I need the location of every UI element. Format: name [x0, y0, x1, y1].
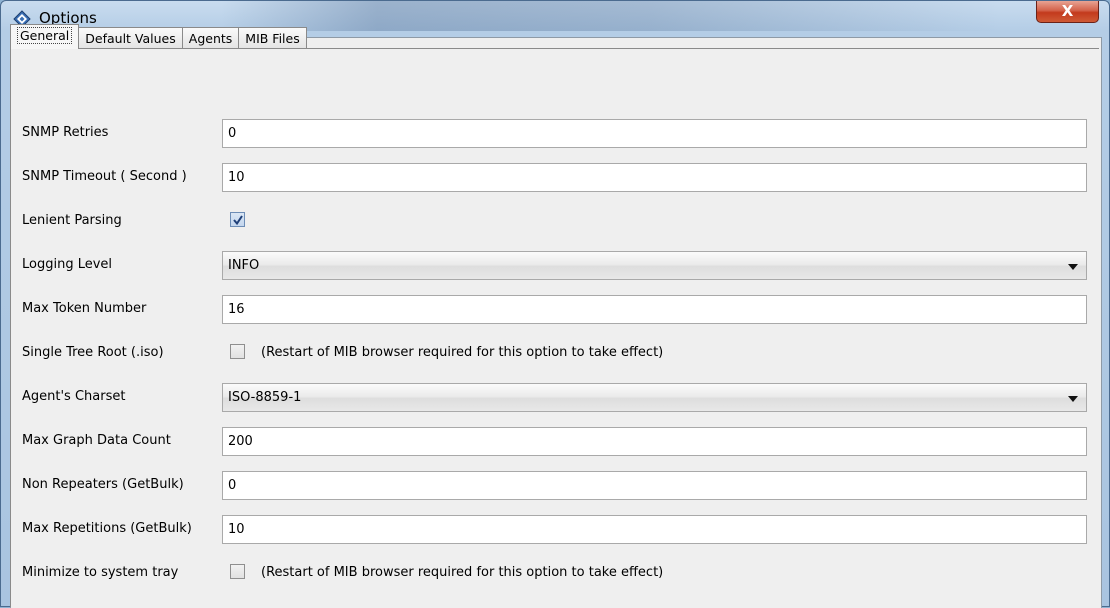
- snmp-timeout-row: SNMP Timeout ( Second ) 10: [11, 163, 1091, 192]
- minimize-to-tray-note: (Restart of MIB browser required for thi…: [261, 565, 664, 580]
- tab-general-label: General: [17, 27, 73, 44]
- close-icon: X: [1061, 2, 1074, 20]
- tab-strip: General Default Values Agents MIB Files: [10, 24, 307, 49]
- agents-charset-select[interactable]: ISO-8859-1: [222, 383, 1087, 412]
- single-tree-root-row: Single Tree Root (.iso) (Restart of MIB …: [11, 339, 1091, 368]
- snmp-timeout-input[interactable]: 10: [222, 163, 1087, 192]
- snmp-timeout-label: SNMP Timeout ( Second ): [22, 169, 187, 184]
- max-repetitions-label: Max Repetitions (GetBulk): [22, 521, 192, 536]
- max-repetitions-input[interactable]: 10: [222, 515, 1087, 544]
- non-repeaters-input[interactable]: 0: [222, 471, 1087, 500]
- max-graph-data-count-input[interactable]: 200: [222, 427, 1087, 456]
- minimize-to-tray-checkbox[interactable]: [230, 564, 245, 579]
- max-token-number-row: Max Token Number 16: [11, 295, 1091, 324]
- lenient-parsing-label: Lenient Parsing: [22, 213, 122, 228]
- tab-mib-files[interactable]: MIB Files: [238, 27, 307, 49]
- max-graph-data-count-label: Max Graph Data Count: [22, 433, 171, 448]
- tab-general[interactable]: General: [10, 24, 80, 49]
- max-token-number-input[interactable]: 16: [222, 295, 1087, 324]
- agents-charset-row: Agent's Charset ISO-8859-1: [11, 383, 1091, 412]
- minimize-to-tray-row: Minimize to system tray (Restart of MIB …: [11, 559, 1091, 588]
- agents-charset-label: Agent's Charset: [22, 389, 126, 404]
- snmp-retries-label: SNMP Retries: [22, 125, 109, 140]
- lenient-parsing-row: Lenient Parsing: [11, 207, 1091, 236]
- single-tree-root-note: (Restart of MIB browser required for thi…: [261, 345, 664, 360]
- lenient-parsing-checkbox[interactable]: [230, 212, 245, 227]
- tab-agents-label: Agents: [188, 31, 233, 46]
- max-repetitions-row: Max Repetitions (GetBulk) 10: [11, 515, 1091, 544]
- title-bar-glass: [221, 1, 1001, 31]
- logging-level-label: Logging Level: [22, 257, 113, 272]
- tab-mib-files-label: MIB Files: [245, 31, 300, 46]
- non-repeaters-label: Non Repeaters (GetBulk): [22, 477, 184, 492]
- non-repeaters-row: Non Repeaters (GetBulk) 0: [11, 471, 1091, 500]
- general-settings-panel: SNMP Retries 0 SNMP Timeout ( Second ) 1…: [10, 48, 1099, 607]
- tab-agents[interactable]: Agents: [181, 27, 240, 49]
- snmp-retries-input[interactable]: 0: [222, 119, 1087, 148]
- tab-default-values[interactable]: Default Values: [78, 27, 183, 49]
- max-token-number-label: Max Token Number: [22, 301, 147, 316]
- logging-level-select[interactable]: INFO: [222, 251, 1087, 280]
- minimize-to-tray-label: Minimize to system tray: [22, 565, 179, 580]
- tab-default-values-label: Default Values: [85, 31, 176, 46]
- max-graph-data-count-row: Max Graph Data Count 200: [11, 427, 1091, 456]
- logging-level-row: Logging Level INFO: [11, 251, 1091, 280]
- chevron-down-icon: [1068, 396, 1078, 402]
- close-button[interactable]: X: [1036, 1, 1099, 23]
- checkmark-icon: [233, 215, 243, 226]
- single-tree-root-label: Single Tree Root (.iso): [22, 345, 164, 360]
- logging-level-value: INFO: [228, 258, 260, 273]
- snmp-retries-row: SNMP Retries 0: [11, 119, 1091, 148]
- single-tree-root-checkbox[interactable]: [230, 344, 245, 359]
- agents-charset-value: ISO-8859-1: [228, 390, 302, 405]
- chevron-down-icon: [1068, 264, 1078, 270]
